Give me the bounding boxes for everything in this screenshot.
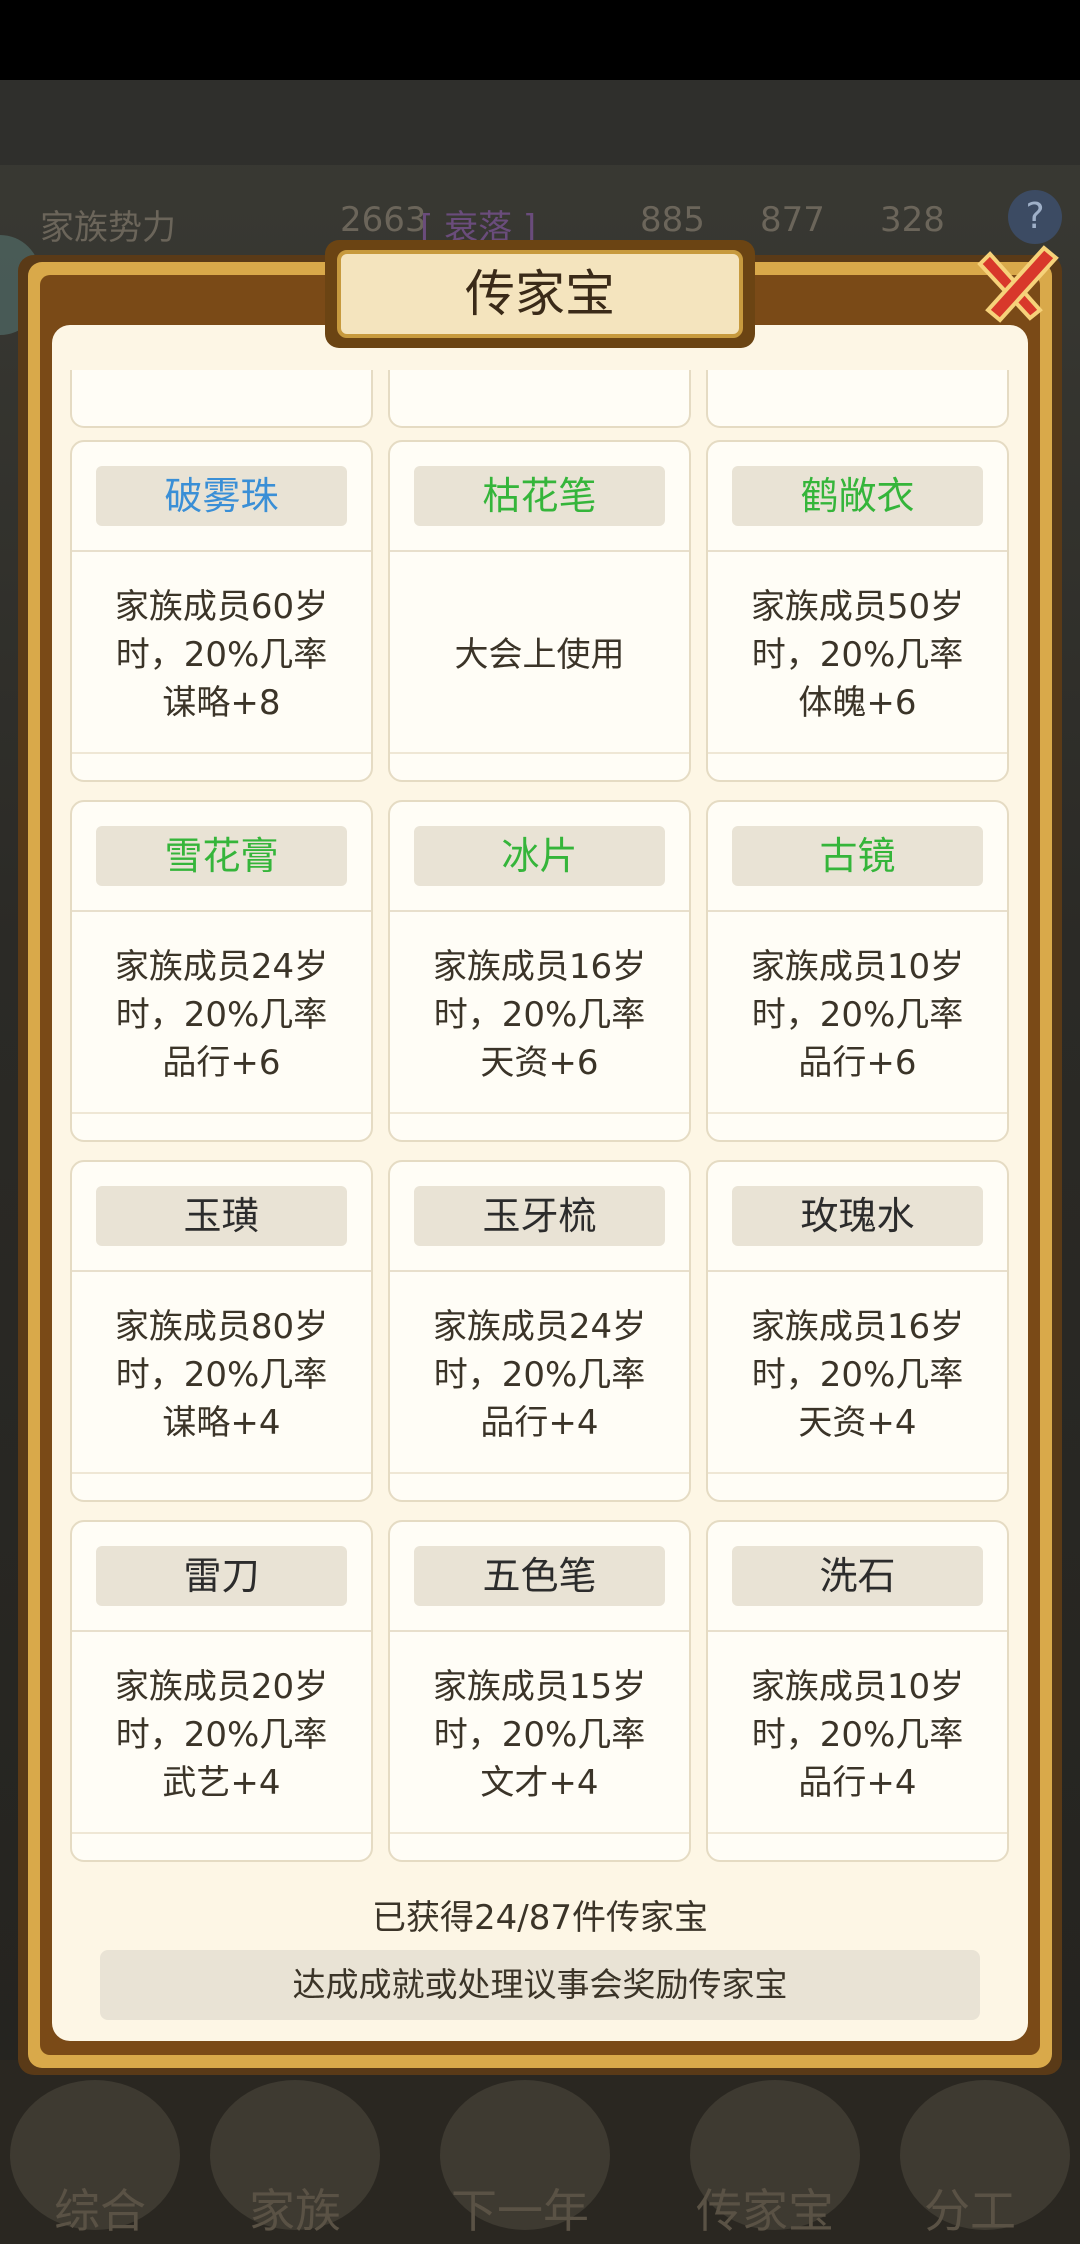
heirloom-card[interactable]: 玫瑰水家族成员16岁 时，20%几率 天资+4 [706,1160,1009,1502]
heirloom-card[interactable]: 枯花笔 大会上使用 [388,440,691,782]
card-partial[interactable] [706,370,1009,428]
card-divider [390,1112,689,1114]
heirloom-name: 玫瑰水 [732,1186,983,1246]
nav-next-year-label[interactable]: 下一年 [420,2175,620,2241]
card-divider [708,550,1007,552]
heirloom-effect: 家族成员50岁 时，20%几率 体魄+6 [750,587,965,723]
card-divider [390,550,689,552]
resource-gold-value: 885 [640,200,705,240]
heirloom-effect: 家族成员60岁 时，20%几率 谋略+8 [114,587,329,723]
heirloom-card[interactable]: 五色笔家族成员15岁 时，20%几率 文才+4 [388,1520,691,1862]
resource-coin-value: 328 [880,200,945,240]
heirloom-card[interactable]: 鹤敞衣家族成员50岁 时，20%几率 体魄+6 [706,440,1009,782]
family-power-value: 2663 [340,200,427,240]
card-divider [72,1832,371,1834]
heirloom-card[interactable]: 雪花膏家族成员24岁 时，20%几率 品行+6 [70,800,373,1142]
heirloom-effect: 家族成员16岁 时，20%几率 天资+4 [750,1307,965,1443]
heirloom-name: 玉牙梳 [414,1186,665,1246]
card-divider [708,1270,1007,1272]
card-partial[interactable] [70,370,373,428]
card-partial[interactable] [388,370,691,428]
heirloom-effect: 家族成员20岁 时，20%几率 武艺+4 [114,1667,329,1803]
heirloom-effect: 家族成员24岁 时，20%几率 品行+4 [432,1307,647,1443]
card-divider [708,1112,1007,1114]
nav-family-label[interactable]: 家族 [195,2175,395,2241]
heirloom-effect: 家族成员16岁 时，20%几率 天资+6 [432,947,647,1083]
heirloom-name: 雪花膏 [96,826,347,886]
top-bar [0,80,1080,165]
heirloom-card[interactable]: 玉璜家族成员80岁 时，20%几率 谋略+4 [70,1160,373,1502]
card-divider [390,1472,689,1474]
card-divider [72,752,371,754]
resource-silver-value: 877 [760,200,825,240]
heirloom-effect: 家族成员10岁 时，20%几率 品行+6 [750,947,965,1083]
card-divider [72,1270,371,1272]
card-divider [390,1630,689,1632]
card-divider [72,1630,371,1632]
heirloom-name: 冰片 [414,826,665,886]
heirloom-card[interactable]: 玉牙梳家族成员24岁 时，20%几率 品行+4 [388,1160,691,1502]
nav-overview-label[interactable]: 综合 [0,2175,200,2241]
card-divider [390,752,689,754]
heirloom-card[interactable]: 雷刀家族成员20岁 时，20%几率 武艺+4 [70,1520,373,1862]
heirloom-effect: 家族成员10岁 时，20%几率 品行+4 [750,1667,965,1803]
help-button[interactable]: ? [1008,190,1062,244]
close-button[interactable] [970,240,1062,332]
heirloom-name: 玉璜 [96,1186,347,1246]
heirloom-name: 雷刀 [96,1546,347,1606]
card-divider [708,1630,1007,1632]
heirloom-effect: 家族成员80岁 时，20%几率 谋略+4 [114,1307,329,1443]
card-divider [390,1832,689,1834]
card-divider [72,550,371,552]
card-divider [390,910,689,912]
status-bar [0,0,1080,80]
heirloom-card[interactable]: 破雾珠家族成员60岁 时，20%几率 谋略+8 [70,440,373,782]
card-divider [708,1472,1007,1474]
nav-heirloom-label[interactable]: 传家宝 [665,2175,865,2241]
family-power-label: 家族势力 [40,208,176,248]
heirloom-card[interactable]: 古镜家族成员10岁 时，20%几率 品行+6 [706,800,1009,1142]
card-divider [708,910,1007,912]
heirloom-effect: 家族成员15岁 时，20%几率 文才+4 [432,1667,647,1803]
heirloom-name: 五色笔 [414,1546,665,1606]
heirloom-effect: 家族成员24岁 时，20%几率 品行+6 [114,947,329,1083]
heirloom-name: 古镜 [732,826,983,886]
heirloom-card[interactable]: 洗石家族成员10岁 时，20%几率 品行+4 [706,1520,1009,1862]
card-divider [390,1270,689,1272]
heirloom-hint: 达成成就或处理议事会奖励传家宝 [100,1950,980,2020]
card-divider [708,752,1007,754]
heirloom-name: 洗石 [732,1546,983,1606]
heirloom-name: 枯花笔 [414,466,665,526]
dialog-title: 传家宝 [337,250,743,338]
card-divider [72,1112,371,1114]
heirloom-name: 破雾珠 [96,466,347,526]
heirloom-count: 已获得24/87件传家宝 [372,1898,708,1938]
card-divider [72,910,371,912]
heirloom-name: 鹤敞衣 [732,466,983,526]
nav-assign-label[interactable]: 分工 [870,2175,1070,2241]
heirloom-effect: 大会上使用 [454,635,625,675]
heirloom-card[interactable]: 冰片家族成员16岁 时，20%几率 天资+6 [388,800,691,1142]
close-icon [977,245,1059,323]
card-divider [708,1832,1007,1834]
card-divider [72,1472,371,1474]
